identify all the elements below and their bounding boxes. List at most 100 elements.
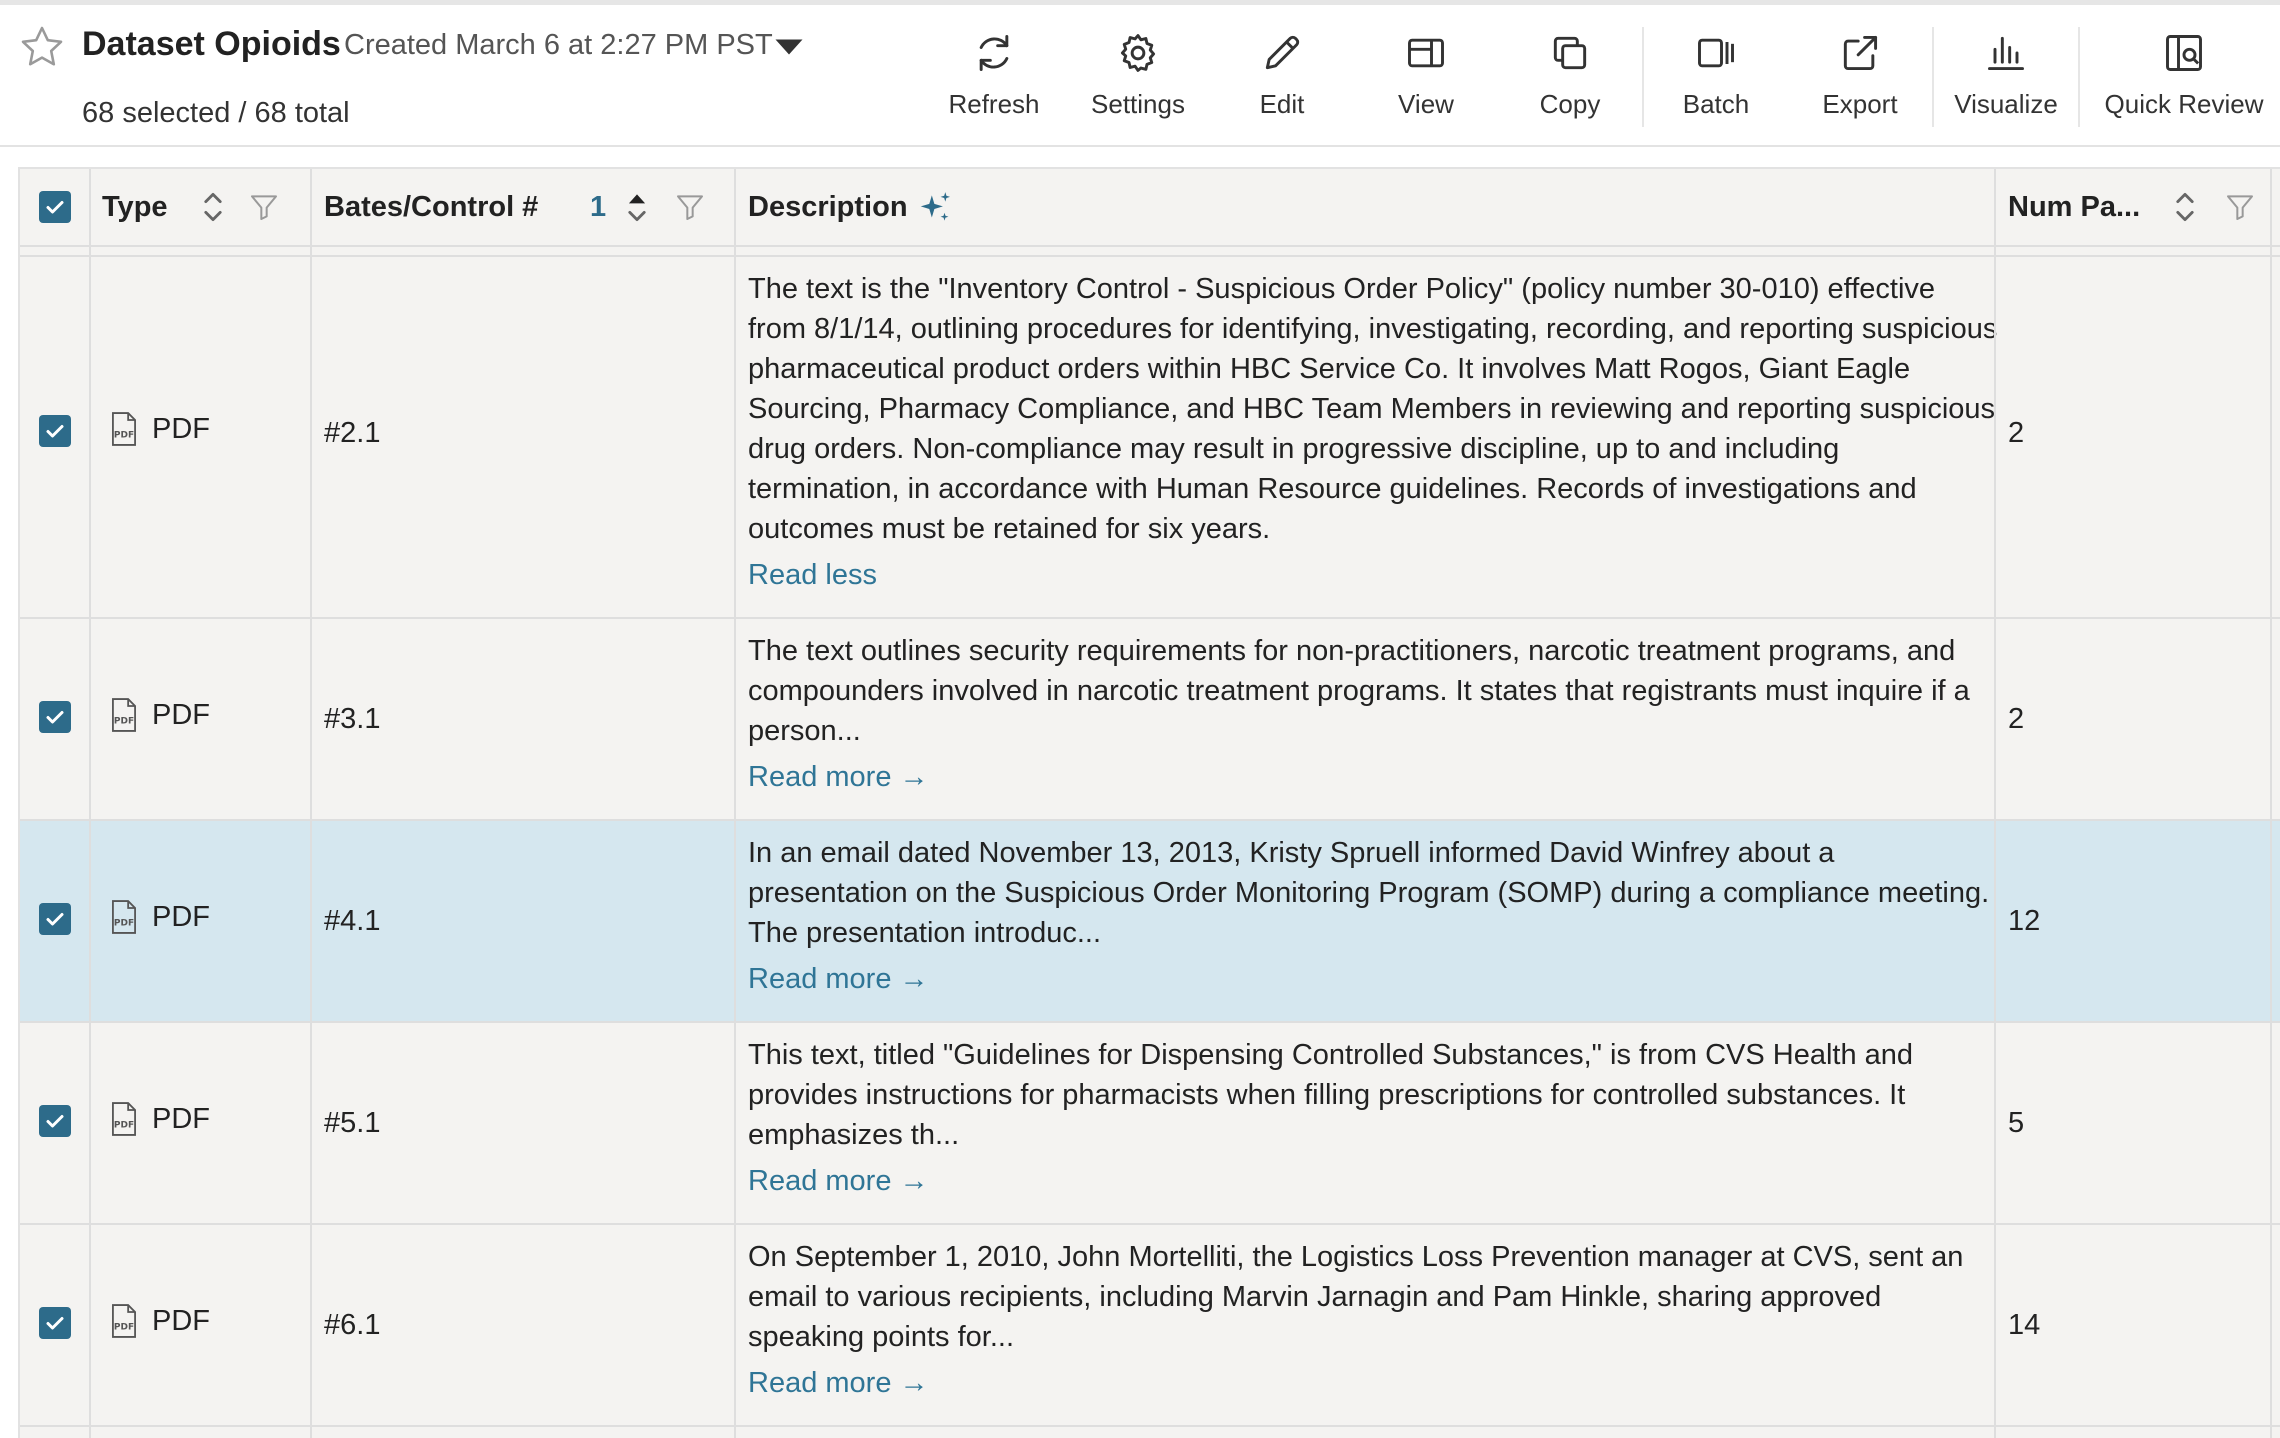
bates-number: #4.1 [324,905,381,937]
description-cell: This text, titled "Guidelines for Dispen… [748,1035,1998,1201]
external-link-icon [1843,35,1878,71]
bates-number: #5.1 [324,1107,381,1139]
settings-button[interactable]: Settings [1078,25,1198,125]
view-label: View [1398,89,1454,119]
toolbar-divider [1642,27,1644,127]
type-cell: PDF PDF [108,1303,210,1339]
sort-ascending-icon[interactable] [622,189,652,225]
svg-text:PDF: PDF [114,1322,134,1332]
column-header-description[interactable]: Description [748,169,908,245]
toolbar-divider [1932,27,1934,127]
type-label: PDF [152,900,210,933]
read-more-link[interactable]: Read more → [748,959,929,999]
description-text: In an email dated November 13, 2013, Kri… [748,837,1990,949]
table-row[interactable]: PDF PDF #6.1 On September 1, 2010, John … [20,1225,2280,1427]
select-all-checkbox[interactable] [39,169,71,245]
row-checkbox[interactable] [39,415,71,447]
table-row-selected[interactable]: PDF PDF #4.1 In an email dated November … [20,821,2280,1023]
svg-text:PDF: PDF [114,716,134,726]
copy-button[interactable]: Copy [1520,25,1620,125]
selection-count: 68 selected / 68 total [82,97,350,129]
sort-order-badge: 1 [590,190,607,223]
num-pages-value: 12 [2008,905,2041,937]
column-divider[interactable] [734,169,736,1438]
read-more-link[interactable]: Read more → [748,1161,929,1201]
num-pages-value: 14 [2008,1309,2041,1341]
edit-button[interactable]: Edit [1232,25,1332,125]
sort-icon[interactable] [198,189,228,225]
pdf-file-icon: PDF [112,1102,136,1136]
sort-icon[interactable] [2170,189,2200,225]
column-header-bates[interactable]: Bates/Control # [324,169,538,245]
view-button[interactable]: View [1376,25,1476,125]
type-cell: PDF PDF [108,1101,210,1137]
num-pages-value: 5 [2008,1107,2025,1139]
filter-icon[interactable] [248,191,280,223]
read-less-link[interactable]: Read less [748,555,877,595]
column-header-num-pages-label: Num Pa... [2008,190,2141,223]
description-cell: The text outlines security requirements … [748,631,1998,797]
check-icon [46,1115,64,1128]
type-cell: PDF PDF [108,411,210,447]
bar-chart-icon [1988,36,2024,71]
check-icon [46,425,64,438]
quick-review-label: Quick Review [2104,89,2264,119]
visualize-button[interactable]: Visualize [1946,25,2066,125]
column-header-type[interactable]: Type [102,169,168,245]
description-text: The text is the "Inventory Control - Sus… [748,273,1998,545]
svg-text:PDF: PDF [114,430,134,440]
toolbar-divider [2078,27,2080,127]
column-divider[interactable] [310,169,312,1438]
batch-label: Batch [1682,89,1750,119]
num-pages-value: 2 [2008,703,2025,735]
star-icon[interactable] [18,23,66,71]
check-icon [46,201,64,214]
type-label: PDF [152,412,210,445]
row-checkbox[interactable] [39,701,71,733]
pdf-file-icon: PDF [112,412,136,446]
filter-icon[interactable] [674,191,706,223]
dataset-title: Dataset Opioids [82,25,341,63]
read-more-link[interactable]: Read more → [748,1363,929,1403]
column-header-num-pages[interactable]: Num Pa... [2008,169,2140,245]
column-header-description-label: Description [748,190,908,223]
batch-icon [1698,38,1734,68]
column-header-bates-label: Bates/Control # [324,190,539,223]
description-cell: The text is the "Inventory Control - Sus… [748,269,1998,595]
copy-icon [1553,36,1587,70]
batch-button[interactable]: Batch [1666,25,1766,125]
documents-table: Type Bates/Control # 1 Description Num P… [18,167,2280,1438]
svg-text:PDF: PDF [114,918,134,928]
column-divider[interactable] [2270,169,2272,1438]
export-button[interactable]: Export [1810,25,1910,125]
table-row[interactable]: PDF PDF #2.1 The text is the "Inventory … [20,257,2280,619]
dataset-created: Created March 6 at 2:27 PM PST [344,29,773,61]
quick-review-button[interactable]: Quick Review [2096,25,2272,125]
row-checkbox[interactable] [39,1105,71,1137]
layout-icon [1408,38,1444,68]
type-cell: PDF PDF [108,899,210,935]
bates-number: #2.1 [324,417,381,449]
table-row[interactable]: PDF PDF #5.1 This text, titled "Guidelin… [20,1023,2280,1225]
export-label: Export [1822,89,1898,119]
description-text: On September 1, 2010, John Mortelliti, t… [748,1241,1964,1353]
filter-icon[interactable] [2224,191,2256,223]
read-more-link[interactable]: Read more → [748,757,929,797]
description-text: The text outlines security requirements … [748,635,1970,747]
row-checkbox[interactable] [39,1307,71,1339]
svg-text:PDF: PDF [114,1120,134,1130]
ai-sparkle-icon [920,192,951,221]
pdf-file-icon: PDF [112,698,136,732]
row-checkbox[interactable] [39,903,71,935]
type-label: PDF [152,1102,210,1135]
caret-down-icon[interactable] [774,37,804,57]
visualize-label: Visualize [1954,89,2058,119]
pdf-file-icon: PDF [112,1304,136,1338]
table-row[interactable]: PDF PDF #3.1 The text outlines security … [20,619,2280,821]
refresh-button[interactable]: Refresh [944,25,1044,125]
refresh-label: Refresh [948,89,1040,119]
table-header: Type Bates/Control # 1 Description Num P… [20,169,2280,247]
dataset-header: Dataset Opioids Created March 6 at 2:27 … [0,5,2280,147]
column-divider[interactable] [1994,169,1996,1438]
type-label: PDF [152,1304,210,1337]
